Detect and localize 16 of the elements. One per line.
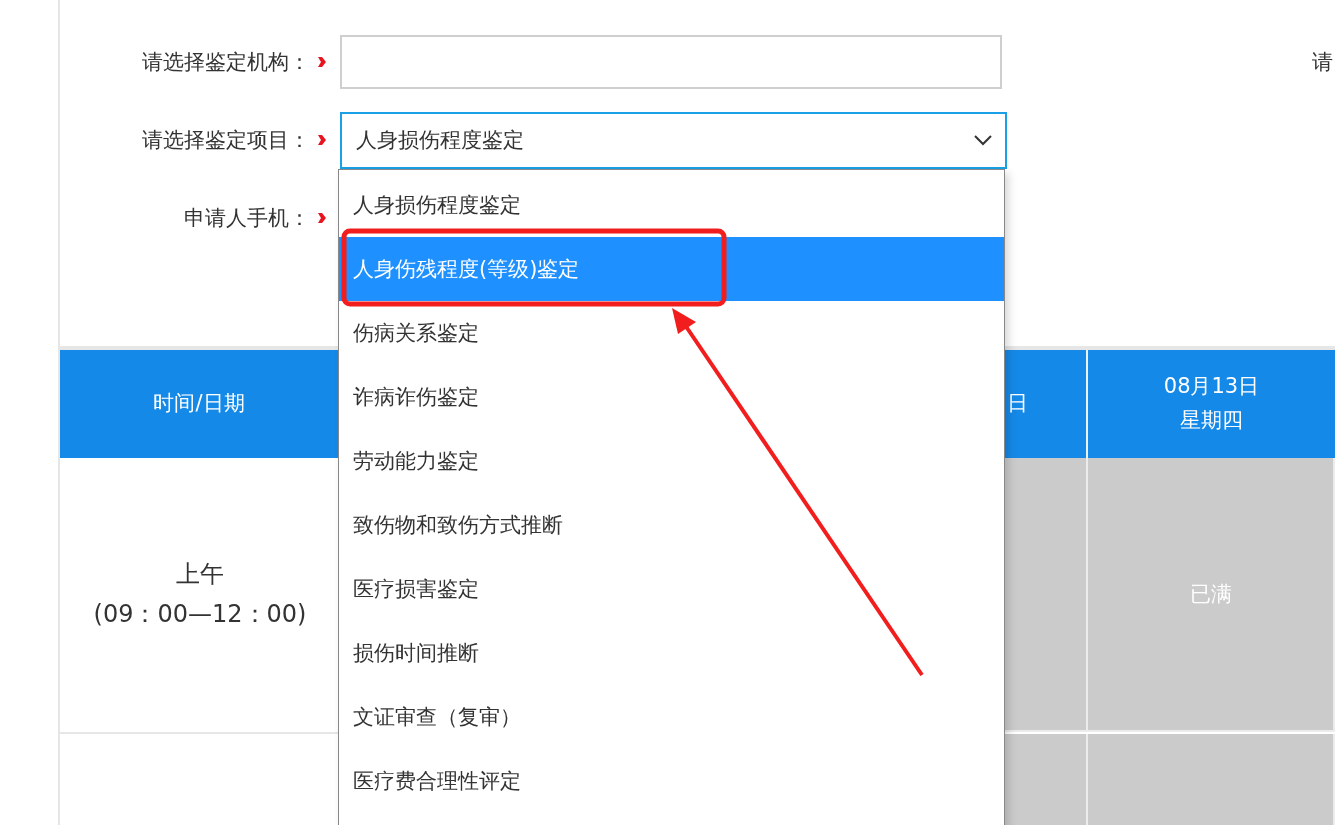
dropdown-option[interactable]: 损伤时间推断 [339,621,1004,685]
field-label: 申请人手机： [183,205,310,232]
chevron-down-icon [973,134,993,146]
dropdown-option[interactable]: 人身损伤程度鉴定 [339,173,1004,237]
table-header-cell: 时间/日期 [60,350,340,458]
dropdown-option[interactable]: 医疗费合理性评定 [339,749,1004,813]
dropdown-option[interactable]: 致伤物和致伤方式推断 [339,493,1004,557]
field-label: 请选择鉴定机构： [141,49,310,76]
select-field[interactable]: 人身损伤程度鉴定 [340,111,1007,169]
text-field[interactable] [340,35,1002,89]
dropdown-option[interactable]: 医疗损害鉴定 [339,557,1004,621]
dropdown-option[interactable]: 文证审查（复审） [339,685,1004,749]
field-label: 请 [1312,49,1333,76]
field-label: 请选择鉴定项目： [141,127,310,154]
table-header-cell: 08月13日 星期四 [1088,350,1335,458]
dropdown-option[interactable]: 诈病诈伤鉴定 [339,365,1004,429]
